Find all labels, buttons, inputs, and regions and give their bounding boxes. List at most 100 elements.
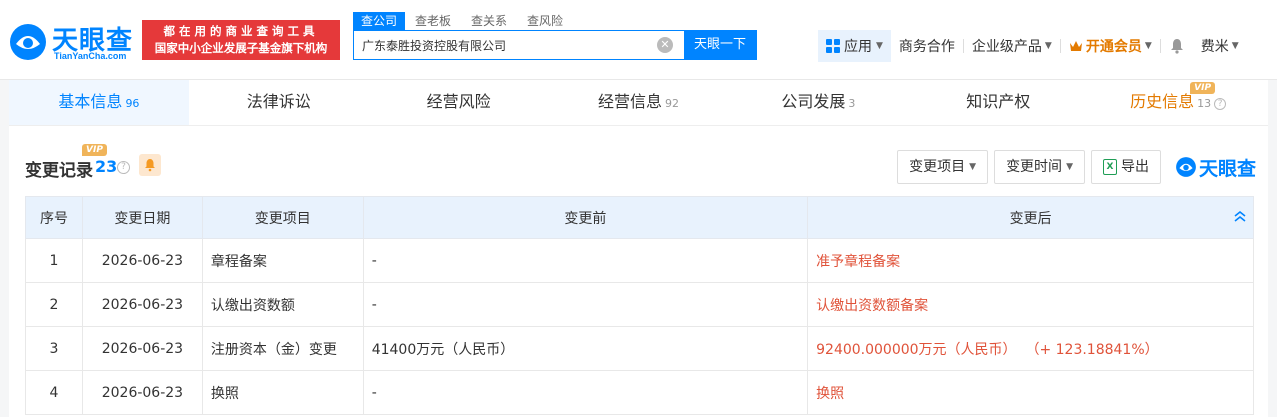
change-records-table: 序号 变更日期 变更项目 变更前 变更后 1 2026-06-23 章程备案 -… [25, 196, 1254, 415]
tab-operation-risk[interactable]: 经营风险 [368, 80, 549, 125]
search-type-tabs: 查公司 查老板 查关系 查风险 [353, 12, 573, 30]
header-before: 变更前 [362, 196, 809, 239]
tab-label: 法律诉讼 [246, 92, 311, 111]
tab-ip[interactable]: 知识产权 [908, 80, 1089, 125]
chevron-down-icon: ▼ [969, 162, 977, 172]
vip-badge: VIP [1190, 82, 1216, 94]
help-icon[interactable]: ? [117, 161, 130, 174]
change-time-filter[interactable]: 变更时间 ▼ [994, 150, 1085, 184]
nav-enterprise-label: 企业级产品 [971, 39, 1042, 55]
tab-operation-info[interactable]: 经营信息 92 [548, 80, 729, 125]
nav-enterprise-products[interactable]: 企业级产品 ▼ [964, 30, 1060, 62]
cell-before: - [362, 370, 809, 415]
tab-label: 经营风险 [426, 92, 491, 111]
table-row: 4 2026-06-23 换照 - 换照 [25, 370, 1254, 415]
tab-label: 公司发展 [781, 92, 846, 111]
logo-eye-icon [10, 24, 46, 60]
chevron-down-icon: ▼ [1144, 41, 1152, 51]
monitor-alert-button[interactable] [139, 154, 161, 176]
filter-label: 变更项目 [909, 159, 966, 175]
tab-label: 知识产权 [966, 92, 1031, 111]
search-button[interactable]: 天眼一下 [684, 30, 756, 60]
cell-before: - [362, 238, 809, 283]
header-no: 序号 [25, 196, 83, 239]
search-tab-risk[interactable]: 查风险 [517, 12, 573, 30]
tab-label: 经营信息 [598, 92, 663, 111]
chevron-down-icon: ▼ [1066, 162, 1073, 172]
search-tab-company[interactable]: 查公司 [353, 12, 406, 30]
promo-line1: 都在用的商业查询工具 [163, 24, 319, 38]
table-row: 2 2026-06-23 认缴出资数额 - 认缴出资数额备案 [25, 282, 1254, 327]
chevron-down-icon: ▼ [1044, 41, 1052, 51]
cell-before: 41400万元（人民币） [362, 326, 809, 371]
nav-business-label: 商务合作 [898, 39, 955, 55]
filter-label: 变更时间 [1006, 159, 1063, 175]
search-box: ✕ 天眼一下 [353, 30, 757, 60]
cell-after: 认缴出资数额备案 [807, 282, 1254, 327]
section-count: 23 [95, 157, 118, 176]
chevron-down-icon: ▼ [1231, 41, 1239, 51]
cell-before: - [362, 282, 809, 327]
apps-label: 应用 [844, 39, 872, 55]
cell-item: 换照 [201, 370, 364, 415]
cell-date: 2026-06-23 [81, 282, 203, 327]
logo-eye-icon [1176, 157, 1196, 177]
table-row: 1 2026-06-23 章程备案 - 准予章程备案 [25, 238, 1254, 283]
cell-no: 3 [25, 326, 83, 371]
section-vip-badge: VIP [82, 144, 107, 156]
cell-no: 1 [25, 238, 83, 283]
search-tab-relation[interactable]: 查关系 [461, 12, 517, 30]
user-menu[interactable]: 费米 ▼ [1193, 30, 1247, 62]
apps-grid-icon [826, 39, 840, 53]
brand-watermark: 天眼查 [1175, 154, 1256, 181]
cell-after: 92400.000000万元（人民币） （+ 123.18841%） [807, 326, 1254, 371]
nav-right: 应用 ▼ 商务合作 企业级产品 ▼ 开通会员 ▼ 费米 ▼ [818, 30, 1247, 62]
tab-history[interactable]: VIP 历史信息 13? [1088, 80, 1269, 125]
header-after-label: 变更后 [1009, 210, 1052, 227]
search-tab-boss[interactable]: 查老板 [405, 12, 461, 30]
cell-after: 准予章程备案 [807, 238, 1254, 283]
tab-label: 历史信息 [1130, 92, 1195, 111]
crown-icon [1069, 41, 1082, 51]
cell-item: 章程备案 [201, 238, 364, 283]
nav-open-vip[interactable]: 开通会员 ▼ [1061, 30, 1160, 62]
table-row: 3 2026-06-23 注册资本（金）变更 41400万元（人民币） 9240… [25, 326, 1254, 371]
cell-no: 2 [25, 282, 83, 327]
table-tools: 变更项目 ▼ 变更时间 ▼ X 导出 天眼查 [897, 150, 1256, 184]
promo-line2: 国家中小企业发展子基金旗下机构 [154, 41, 328, 55]
tab-label: 基本信息 [58, 92, 123, 111]
nav-business-cooperation[interactable]: 商务合作 [891, 30, 963, 62]
export-label: 导出 [1120, 159, 1149, 175]
bell-icon [145, 159, 155, 172]
collapse-icon[interactable] [1233, 209, 1247, 223]
apps-menu[interactable]: 应用 ▼ [818, 30, 891, 62]
help-icon: ? [1214, 98, 1227, 110]
cell-item: 注册资本（金）变更 [201, 326, 364, 371]
clear-search-icon[interactable]: ✕ [657, 37, 673, 53]
cell-date: 2026-06-23 [81, 326, 203, 371]
tab-basic-info[interactable]: 基本信息 96 [9, 80, 189, 125]
nav-vip-label: 开通会员 [1085, 39, 1142, 55]
section-title: 变更记录 [25, 161, 93, 181]
brand-logo[interactable]: 天眼查 TianYanCha.com [8, 20, 138, 64]
brand-domain: TianYanCha.com [54, 51, 127, 61]
notification-bell[interactable] [1161, 30, 1193, 62]
cell-item: 认缴出资数额 [201, 282, 364, 327]
header-item: 变更项目 [201, 196, 364, 239]
export-button[interactable]: X 导出 [1090, 150, 1161, 184]
promo-banner[interactable]: 都在用的商业查询工具 国家中小企业发展子基金旗下机构 [142, 20, 340, 60]
tab-legal[interactable]: 法律诉讼 [188, 80, 369, 125]
chevron-down-icon: ▼ [876, 41, 883, 51]
change-item-filter[interactable]: 变更项目 ▼ [897, 150, 989, 184]
tab-count: 13 [1197, 97, 1212, 110]
excel-icon: X [1102, 159, 1117, 175]
search-input[interactable] [354, 31, 654, 59]
header-after: 变更后 [807, 196, 1254, 239]
tab-count: 3 [848, 97, 856, 110]
table-header-row: 序号 变更日期 变更项目 变更前 变更后 [25, 196, 1254, 239]
user-name: 费米 [1200, 39, 1229, 55]
top-navbar: 天眼查 TianYanCha.com 都在用的商业查询工具 国家中小企业发展子基… [0, 0, 1277, 80]
tab-development[interactable]: 公司发展 3 [728, 80, 909, 125]
cell-date: 2026-06-23 [81, 370, 203, 415]
bell-icon [1170, 39, 1183, 54]
